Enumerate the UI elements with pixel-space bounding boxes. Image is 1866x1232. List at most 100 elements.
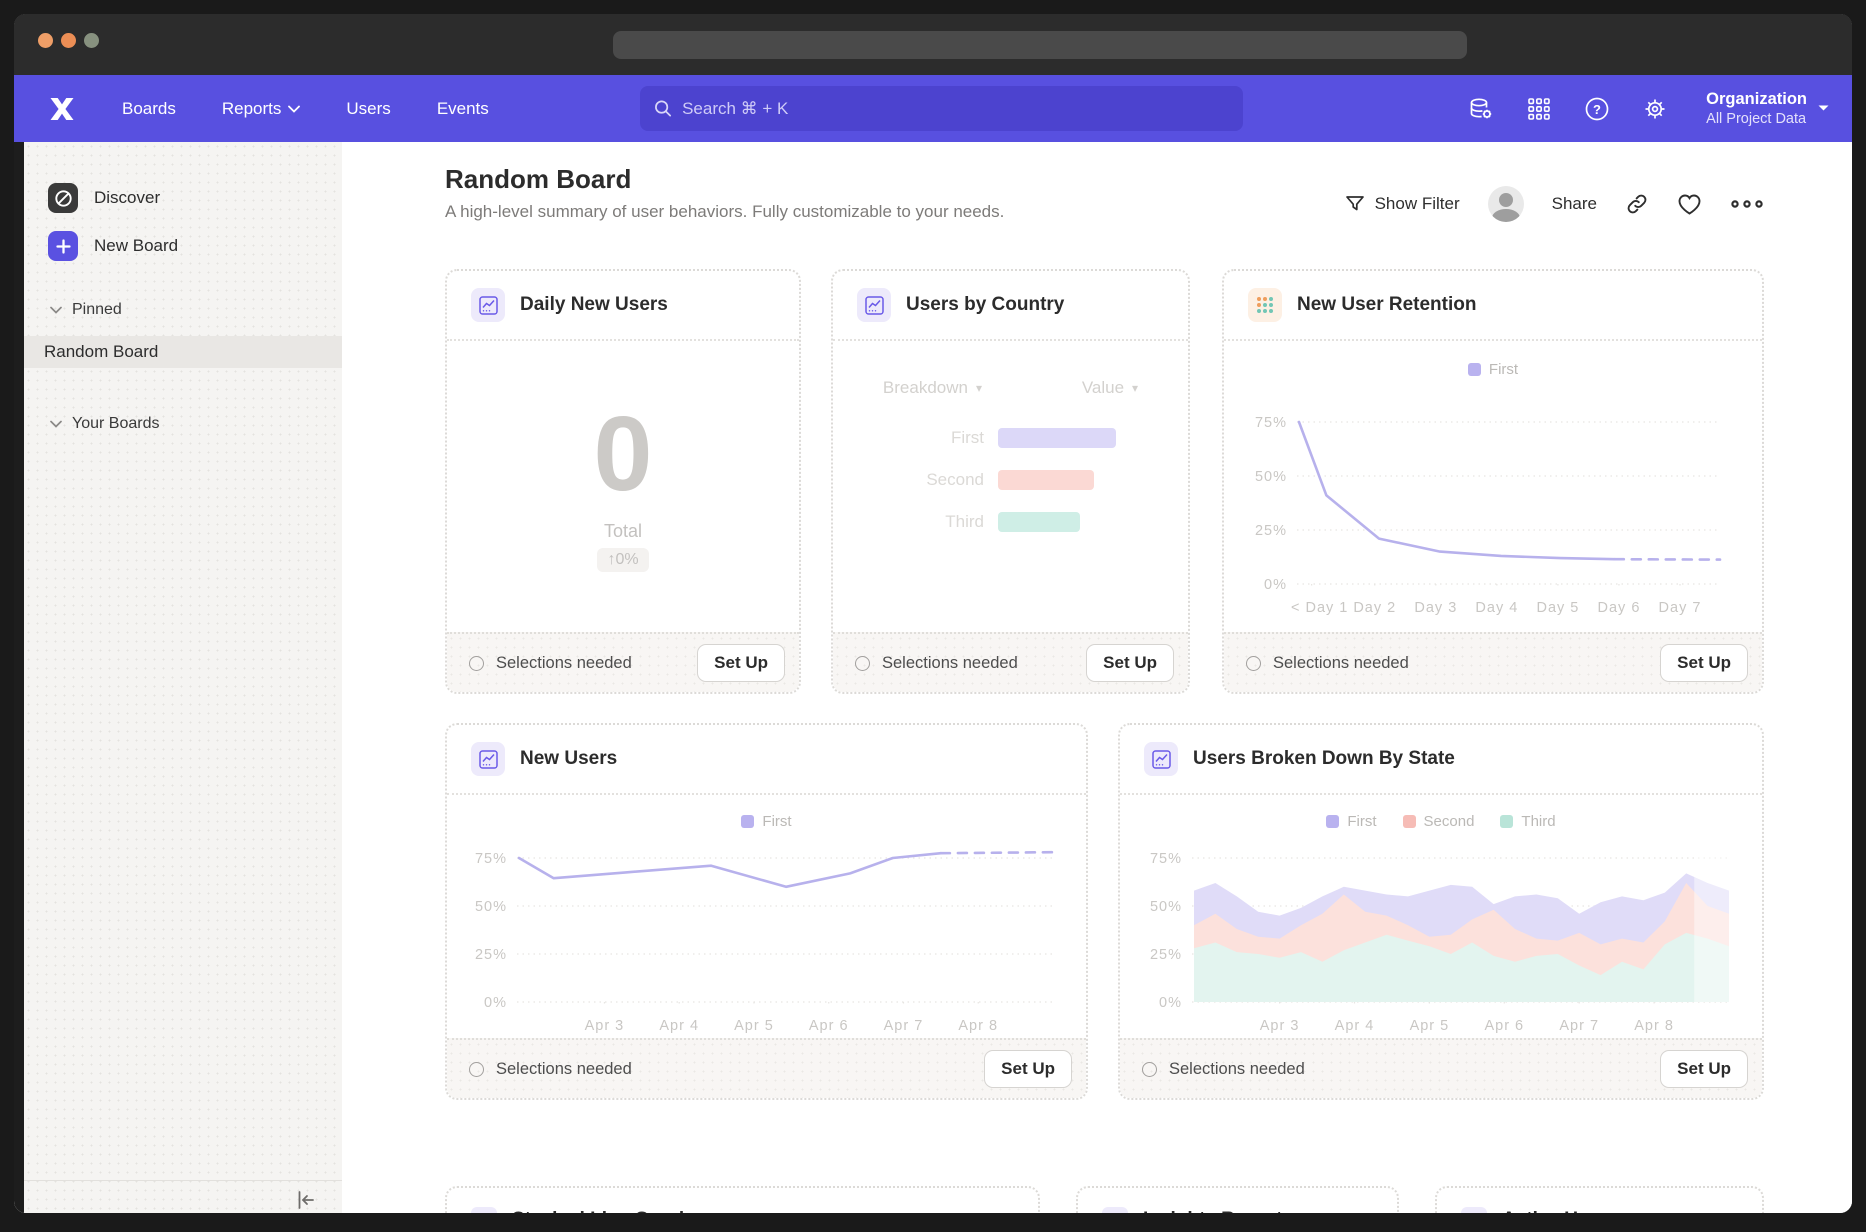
svg-text:50%: 50% (1150, 899, 1182, 915)
nav-item-users[interactable]: Users (346, 99, 390, 119)
setup-button[interactable]: Set Up (1660, 1050, 1748, 1088)
settings-gear-icon[interactable] (1642, 96, 1668, 122)
status-text: Selections needed (1142, 1060, 1305, 1079)
breakdown-bar-row: Second (833, 470, 1188, 490)
nav-item-events[interactable]: Events (437, 99, 489, 119)
board-actions: Show Filter Share (1345, 186, 1764, 222)
status-text: Selections needed (1246, 654, 1409, 673)
card-users-by-country: Users by Country Breakdown▾ Value▾ First… (831, 269, 1190, 694)
bar-value[interactable] (998, 428, 1116, 448)
sidebar-item-new-board[interactable]: New Board (24, 229, 342, 263)
address-bar[interactable] (613, 31, 1467, 59)
chart-legend: First Second Third (1120, 813, 1762, 830)
bar-label: Second (833, 470, 998, 490)
svg-text:25%: 25% (1255, 523, 1287, 539)
card-daily-new-users: Daily New Users 0 Total ↑0% Selections n… (445, 269, 801, 694)
legend-item: First (1326, 813, 1376, 830)
left-edge-strip (14, 142, 24, 1213)
apps-grid-icon[interactable] (1526, 96, 1552, 122)
close-window-button[interactable] (38, 33, 53, 48)
legend-swatch (1468, 363, 1481, 376)
card-users-by-state: Users Broken Down By State FirstSecondTh… (1118, 723, 1764, 1100)
svg-text:75%: 75% (1255, 415, 1287, 431)
breakdown-dropdown[interactable]: Breakdown▾ (883, 378, 982, 398)
chevron-down-icon: ▾ (976, 381, 982, 395)
setup-button[interactable]: Set Up (1660, 644, 1748, 682)
card-new-users: New Users First 75%50%25%0%Apr 3Apr 4Apr… (445, 723, 1088, 1100)
card-new-user-retention: New User Retention First 75%50%25%0%< Da… (1222, 269, 1764, 694)
line-chart-icon (1102, 1207, 1128, 1213)
sidebar-item-discover[interactable]: Discover (24, 181, 342, 215)
show-filter-button[interactable]: Show Filter (1345, 194, 1460, 214)
search-icon (654, 99, 672, 118)
bar-value[interactable] (998, 470, 1094, 490)
status-circle-icon (469, 656, 484, 671)
collapse-sidebar-icon[interactable] (294, 1188, 318, 1212)
svg-text:Apr 4: Apr 4 (659, 1018, 699, 1034)
line-chart-icon (1461, 1207, 1487, 1213)
svg-text:0%: 0% (484, 995, 507, 1011)
org-selector[interactable]: Organization All Project Data (1706, 89, 1830, 128)
board-main: Random Board A high-level summary of use… (342, 142, 1852, 1213)
svg-text:Apr 8: Apr 8 (958, 1018, 998, 1034)
svg-text:Apr 6: Apr 6 (808, 1018, 848, 1034)
chevron-down-icon: ▾ (1132, 381, 1138, 395)
svg-text:0%: 0% (1264, 577, 1287, 593)
status-text: Selections needed (855, 654, 1018, 673)
svg-text:Day 4: Day 4 (1475, 600, 1518, 616)
status-text: Selections needed (469, 654, 632, 673)
nav-item-boards[interactable]: Boards (122, 99, 176, 119)
card-title: Active Users (1502, 1209, 1617, 1213)
search-input[interactable] (682, 99, 1229, 119)
setup-button[interactable]: Set Up (984, 1050, 1072, 1088)
minimize-window-button[interactable] (61, 33, 76, 48)
legend-item: Third (1500, 813, 1555, 830)
svg-text:Apr 7: Apr 7 (883, 1018, 923, 1034)
copy-link-icon[interactable] (1625, 192, 1649, 216)
page-title: Random Board (445, 164, 631, 195)
avatar[interactable] (1488, 186, 1524, 222)
org-project: All Project Data (1706, 110, 1807, 128)
setup-button[interactable]: Set Up (697, 644, 785, 682)
card-title: Insights Report (1143, 1209, 1282, 1213)
compass-icon (48, 183, 78, 213)
card-title: Stacked Line Graph (512, 1209, 690, 1213)
svg-text:0%: 0% (1159, 995, 1182, 1011)
value-dropdown[interactable]: Value▾ (1082, 378, 1138, 398)
zoom-window-button[interactable] (84, 33, 99, 48)
svg-text:Day 2: Day 2 (1353, 600, 1396, 616)
favorite-heart-icon[interactable] (1677, 193, 1702, 216)
org-name: Organization (1706, 89, 1807, 110)
card-stacked-line-graph: Stacked Line Graph (445, 1186, 1040, 1213)
line-chart-icon (471, 1207, 497, 1213)
screen: Boards Reports Users Events (0, 0, 1866, 1232)
sidebar-section-your-boards[interactable]: Your Boards (24, 412, 342, 436)
svg-text:Apr 3: Apr 3 (584, 1018, 624, 1034)
breakdown-bar-row: Third (833, 512, 1188, 532)
line-chart-icon (471, 742, 505, 776)
svg-text:75%: 75% (1150, 851, 1182, 867)
svg-text:Apr 5: Apr 5 (1410, 1018, 1450, 1034)
data-management-icon[interactable] (1468, 96, 1494, 122)
card-title: New User Retention (1297, 294, 1476, 316)
metric-value: 0 (594, 401, 653, 507)
svg-text:25%: 25% (474, 947, 506, 963)
svg-text:Day 7: Day 7 (1659, 600, 1702, 616)
legend-swatch (741, 815, 754, 828)
svg-text:25%: 25% (1150, 947, 1182, 963)
nav-item-reports[interactable]: Reports (222, 99, 301, 119)
browser-window: Boards Reports Users Events (14, 14, 1852, 1213)
more-options-icon[interactable] (1730, 198, 1764, 210)
setup-button[interactable]: Set Up (1086, 644, 1174, 682)
help-icon[interactable]: ? (1584, 96, 1610, 122)
sidebar-section-pinned[interactable]: Pinned (24, 298, 342, 322)
bar-value[interactable] (998, 512, 1080, 532)
legend-item: Second (1403, 813, 1475, 830)
chart-legend: First (447, 813, 1086, 830)
window-titlebar (14, 14, 1852, 75)
mixpanel-logo-icon[interactable] (48, 94, 78, 124)
global-search[interactable] (640, 86, 1243, 131)
sidebar-item-random-board[interactable]: Random Board (24, 336, 342, 368)
share-button[interactable]: Share (1552, 194, 1597, 214)
svg-text:Apr 6: Apr 6 (1484, 1018, 1524, 1034)
